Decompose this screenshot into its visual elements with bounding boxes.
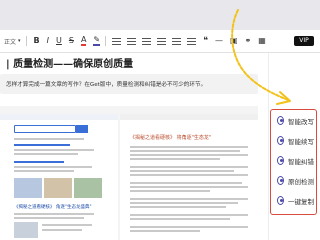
doc-line bbox=[130, 206, 226, 208]
font-color-icon[interactable]: A bbox=[80, 36, 87, 46]
divider-icon[interactable]: — bbox=[215, 36, 223, 46]
align-left-icon[interactable] bbox=[112, 37, 122, 45]
doc-line bbox=[130, 146, 248, 148]
result-line bbox=[14, 149, 94, 151]
doc-line bbox=[130, 230, 200, 232]
result-line bbox=[42, 229, 82, 231]
toolbar-divider bbox=[25, 36, 27, 46]
quote-block: 怎样才算完成一篇文章的写作？在Get版中，质量检测和纠错是必不可少的环节。 bbox=[0, 74, 258, 94]
doc-line bbox=[130, 198, 248, 200]
chevron-down-icon[interactable]: ▾ bbox=[18, 36, 21, 46]
doc-headline: 《揭秘之道看硬核》 将角逐"生态龙" bbox=[130, 135, 212, 141]
screenshot-left-panel: 《揭秘之道看硬核》 角逐"生态龙盛典" bbox=[0, 114, 118, 240]
embedded-screenshot: 《揭秘之道看硬核》 角逐"生态龙盛典" 《揭秘之道看硬核》 将角逐"生态龙" bbox=[0, 106, 258, 240]
result-thumbnail bbox=[14, 178, 42, 198]
continue-icon bbox=[277, 136, 284, 145]
tool-original-check[interactable]: 原创检测 bbox=[277, 174, 314, 187]
browser-bar bbox=[0, 114, 118, 120]
underline-button[interactable]: U bbox=[56, 36, 62, 46]
editor-toolbar: 正文 ▾ B I U S A ✎ ❝ — ▣ ⚭ ▦ VIP bbox=[0, 30, 320, 53]
tool-label: 智能改写 bbox=[288, 117, 314, 126]
result-line bbox=[14, 217, 84, 219]
highlight-box: 智能改写 智能续写 智能纠错 原创检测 一键复制 bbox=[270, 109, 317, 215]
doc-line bbox=[130, 190, 210, 192]
doc-line bbox=[130, 150, 240, 152]
vip-badge[interactable]: VIP bbox=[294, 36, 314, 46]
align-right-icon[interactable] bbox=[142, 37, 152, 45]
quote-text: 怎样才算完成一篇文章的写作？在Get版中，质量检测和纠错是必不可少的环节。 bbox=[6, 82, 207, 88]
rewrite-icon bbox=[277, 116, 284, 125]
section-title: | 质量检测——确保原创质量 bbox=[6, 59, 134, 70]
doc-toolbar bbox=[120, 114, 258, 120]
doc-line bbox=[130, 154, 248, 156]
unordered-list-icon[interactable] bbox=[187, 37, 197, 45]
search-button bbox=[76, 125, 88, 133]
image-icon[interactable]: ▣ bbox=[230, 36, 238, 46]
result-thumbnail bbox=[74, 178, 102, 198]
copy-icon bbox=[277, 196, 284, 205]
link-icon[interactable]: ⚭ bbox=[245, 36, 252, 46]
result-line bbox=[14, 138, 84, 140]
table-icon[interactable]: ▦ bbox=[258, 36, 266, 46]
document-page[interactable]: | 质量检测——确保原创质量 怎样才算完成一篇文章的写作？在Get版中，质量检测… bbox=[0, 53, 268, 240]
result-line bbox=[42, 224, 92, 226]
doc-line bbox=[130, 166, 248, 168]
doc-line bbox=[130, 214, 248, 216]
top-banner bbox=[0, 0, 320, 30]
strikethrough-button[interactable]: S bbox=[69, 36, 74, 46]
result-line bbox=[14, 153, 78, 155]
align-justify-icon[interactable] bbox=[157, 37, 167, 45]
result-line bbox=[14, 170, 74, 172]
bold-button[interactable]: B bbox=[34, 36, 40, 46]
search-box bbox=[14, 125, 76, 133]
tool-label: 智能续写 bbox=[288, 137, 314, 146]
tool-label: 一键复制 bbox=[288, 197, 314, 206]
result-line bbox=[14, 213, 94, 215]
tool-correct[interactable]: 智能纠错 bbox=[277, 154, 314, 167]
tool-rewrite[interactable]: 智能改写 bbox=[277, 114, 314, 127]
result-link bbox=[14, 144, 70, 146]
tool-continue[interactable]: 智能续写 bbox=[277, 134, 314, 147]
doc-line bbox=[130, 170, 234, 172]
quote-icon[interactable]: ❝ bbox=[203, 36, 208, 46]
paragraph-style-select[interactable]: 正文 bbox=[4, 37, 16, 46]
doc-line bbox=[130, 202, 238, 204]
result-headline: 《揭秘之道看硬核》 角逐"生态龙盛典" bbox=[14, 205, 92, 210]
doc-line bbox=[130, 186, 248, 188]
correct-icon bbox=[277, 156, 284, 165]
doc-line bbox=[130, 226, 248, 228]
doc-line bbox=[130, 174, 248, 176]
italic-button[interactable]: I bbox=[47, 36, 49, 46]
check-icon bbox=[277, 176, 284, 185]
tool-label: 原创检测 bbox=[288, 177, 314, 186]
result-thumbnail bbox=[44, 178, 72, 198]
result-line bbox=[14, 166, 92, 168]
doc-line bbox=[130, 182, 242, 184]
tool-copy[interactable]: 一键复制 bbox=[277, 194, 314, 207]
result-link bbox=[14, 161, 64, 163]
ordered-list-icon[interactable] bbox=[172, 37, 182, 45]
toolbar-divider bbox=[105, 36, 107, 46]
result-thumbnail bbox=[14, 222, 38, 238]
doc-line bbox=[130, 218, 230, 220]
align-center-icon[interactable] bbox=[127, 37, 137, 45]
doc-line bbox=[130, 158, 220, 160]
screenshot-right-panel: 《揭秘之道看硬核》 将角逐"生态龙" bbox=[120, 114, 258, 240]
highlight-icon[interactable]: ✎ bbox=[93, 36, 101, 46]
tool-label: 智能纠错 bbox=[288, 157, 314, 166]
